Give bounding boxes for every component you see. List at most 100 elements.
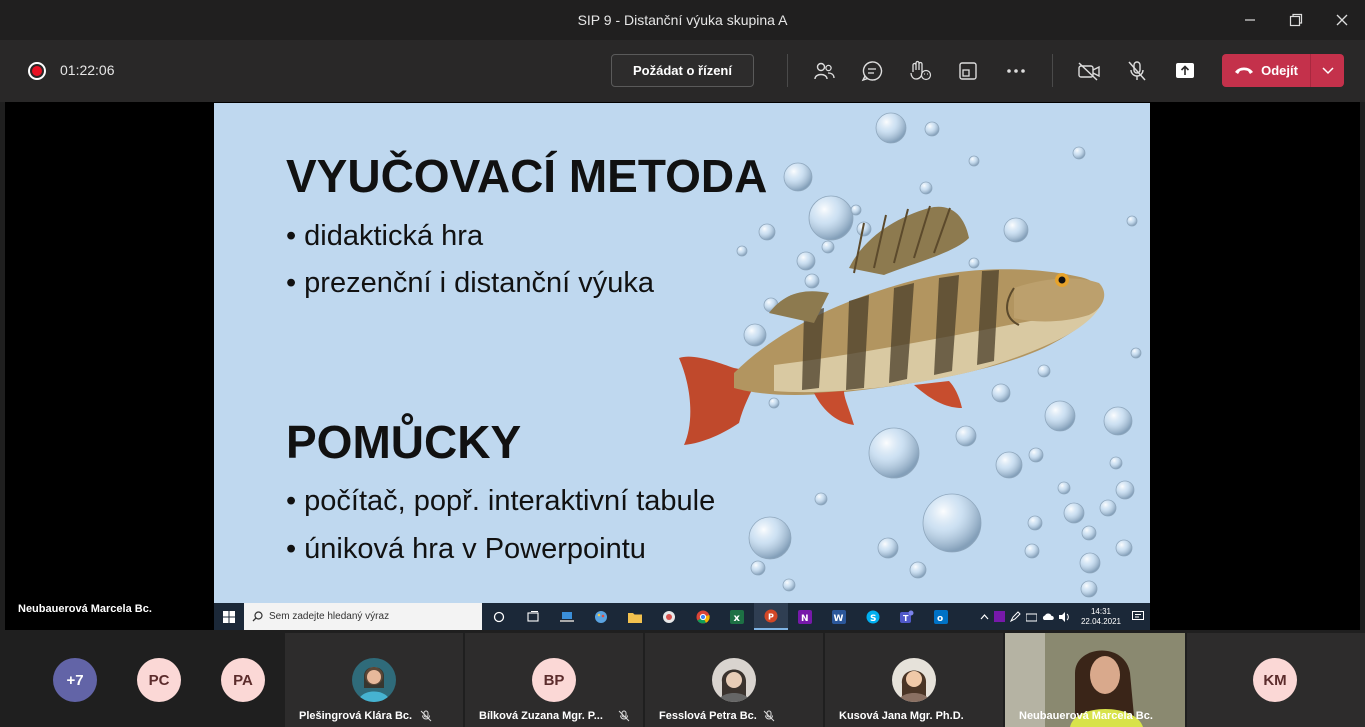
participant-avatar-bp: BP — [532, 658, 576, 702]
taskbar-clock[interactable]: 14:31 22.04.2021 — [1075, 607, 1127, 627]
participant-tile[interactable]: KM — [1187, 633, 1365, 727]
taskbar-app[interactable]: W — [822, 603, 856, 630]
mic-off-icon — [763, 710, 775, 722]
share-button[interactable] — [1171, 57, 1199, 85]
participant-tile[interactable]: Plešingrová Klára Bc. — [285, 633, 463, 727]
notifications-icon[interactable] — [1132, 611, 1144, 622]
taskbar-apps: x P N W S T o — [482, 603, 958, 630]
person-photo-icon — [898, 670, 930, 702]
cortana-icon — [493, 611, 505, 622]
svg-text:P: P — [768, 612, 774, 621]
close-icon — [1336, 14, 1348, 26]
raise-hand-icon — [910, 60, 932, 81]
onenote-icon: N — [798, 609, 812, 624]
windows-logo-icon — [223, 610, 235, 623]
participant-name: Kusová Jana Mgr. Ph.D. — [839, 710, 964, 722]
taskbar-app[interactable] — [584, 603, 618, 630]
taskbar-app[interactable] — [618, 603, 652, 630]
participant-name: Neubauerová Marcela Bc. — [1019, 710, 1153, 722]
task-view-icon — [527, 610, 539, 622]
more-icon — [1007, 69, 1025, 73]
participant-tile[interactable]: Kusová Jana Mgr. Ph.D. — [825, 633, 1003, 727]
slide-heading-aids: POMŮCKY — [286, 416, 522, 468]
volume-icon[interactable] — [1058, 611, 1070, 622]
taskbar-task-view[interactable] — [516, 603, 550, 630]
mic-button[interactable] — [1123, 57, 1151, 85]
close-button[interactable] — [1319, 0, 1365, 40]
taskbar-app[interactable] — [550, 603, 584, 630]
leave-options-button[interactable] — [1311, 54, 1344, 87]
slide-bullet-item: • prezenční i distanční výuka — [286, 267, 654, 299]
meeting-timer: 01:22:06 — [60, 62, 115, 78]
more-actions-button[interactable] — [1002, 57, 1030, 85]
svg-text:T: T — [903, 614, 909, 623]
chevron-down-icon — [1321, 66, 1334, 74]
toolbar-divider — [787, 54, 788, 87]
breakout-rooms-icon — [959, 62, 977, 80]
more-participants-avatar[interactable]: +7 — [53, 658, 97, 702]
svg-text:N: N — [801, 614, 809, 624]
window-controls — [1227, 0, 1365, 40]
slide-bullet-item: • počítač, popř. interaktivní tabule — [286, 485, 716, 517]
search-icon — [252, 611, 263, 622]
presentation-slide: VYUČOVACÍ METODA • didaktická hra • prezen… — [214, 103, 1150, 603]
taskbar-date: 22.04.2021 — [1080, 616, 1121, 626]
restore-icon — [1289, 13, 1303, 27]
participant-avatar-pc[interactable]: PC — [137, 658, 181, 702]
windows-taskbar: Sem zadejte hledaný výraz x P N W S T o … — [214, 603, 1150, 630]
maximize-button[interactable] — [1273, 0, 1319, 40]
participant-video-tile[interactable]: Neubauerová Marcela Bc. — [1005, 633, 1185, 727]
onenote-tray-icon[interactable] — [993, 611, 1005, 622]
windows-start-button[interactable] — [214, 603, 244, 630]
request-control-button[interactable]: Požádat o řízení — [611, 54, 754, 87]
mic-off-icon — [1128, 61, 1146, 81]
participant-avatar-pa[interactable]: PA — [221, 658, 265, 702]
cloud-icon[interactable] — [1042, 613, 1054, 621]
taskbar-app[interactable] — [686, 603, 720, 630]
person-photo-icon — [718, 669, 750, 702]
mic-off-icon — [420, 710, 432, 722]
taskbar-app[interactable]: T — [890, 603, 924, 630]
minimize-button[interactable] — [1227, 0, 1273, 40]
taskbar-time: 14:31 — [1090, 606, 1111, 616]
participant-photo — [712, 658, 756, 702]
taskbar-app[interactable]: N — [788, 603, 822, 630]
taskbar-app[interactable]: x — [720, 603, 754, 630]
participant-photo — [352, 658, 396, 702]
taskbar-app[interactable]: P — [754, 603, 788, 630]
title-bar: SIP 9 - Distanční výuka skupina A — [0, 0, 1365, 40]
taskbar-search-placeholder: Sem zadejte hledaný výraz — [269, 611, 390, 622]
chevron-up-icon[interactable] — [980, 613, 989, 620]
people-icon — [814, 62, 835, 80]
camera-off-icon — [1078, 62, 1100, 81]
taskbar-app[interactable]: o — [924, 603, 958, 630]
minimize-icon — [1245, 19, 1255, 21]
chat-button[interactable] — [858, 57, 886, 85]
camera-button[interactable] — [1075, 57, 1103, 85]
pen-icon[interactable] — [1009, 611, 1021, 622]
participant-tile[interactable]: BP Bílková Zuzana Mgr. P... — [465, 633, 643, 727]
svg-text:o: o — [937, 614, 943, 624]
meeting-toolbar: 01:22:06 Požádat o řízení Odejít — [0, 40, 1365, 102]
taskbar-app[interactable] — [652, 603, 686, 630]
teams-icon: T — [900, 610, 914, 623]
svg-text:x: x — [734, 613, 741, 624]
folder-icon — [628, 612, 642, 623]
taskbar-cortana[interactable] — [482, 603, 516, 630]
share-screen-icon — [1176, 63, 1194, 78]
participant-tile[interactable]: Fesslová Petra Bc. — [645, 633, 823, 727]
taskbar-app[interactable]: S — [856, 603, 890, 630]
leave-main[interactable]: Odejít — [1222, 54, 1310, 87]
rooms-button[interactable] — [954, 57, 982, 85]
reactions-button[interactable] — [906, 57, 934, 85]
network-icon[interactable] — [1025, 611, 1037, 622]
participant-photo — [892, 658, 936, 702]
leave-button[interactable]: Odejít — [1222, 54, 1344, 87]
slide-bullet-item: • didaktická hra — [286, 220, 484, 252]
taskbar-search-box[interactable]: Sem zadejte hledaný výraz — [244, 603, 482, 630]
powerpoint-icon: P — [764, 609, 778, 622]
chat-icon — [861, 61, 883, 82]
skype-icon: S — [866, 610, 880, 624]
perch-fish — [679, 205, 1105, 445]
participants-button[interactable] — [810, 57, 838, 85]
